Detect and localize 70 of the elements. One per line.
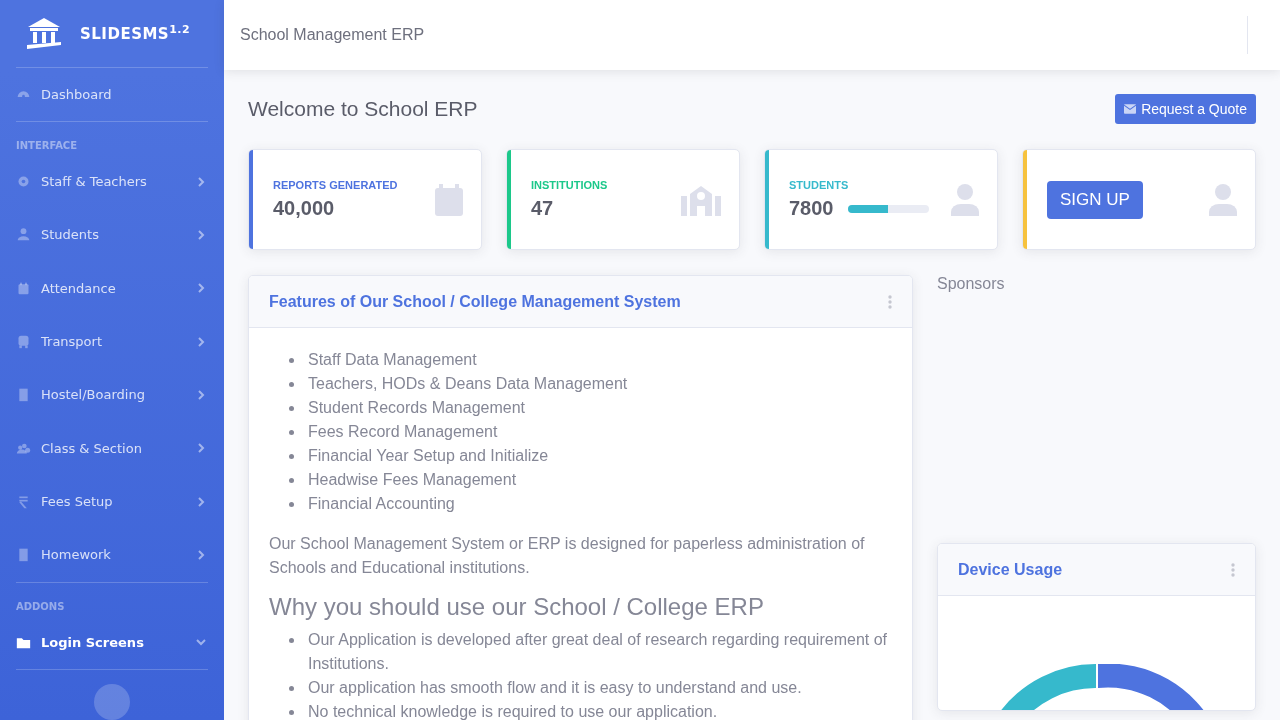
sidebar-heading: INTERFACE — [16, 140, 79, 151]
sign-up-button[interactable]: SIGN UP — [1047, 180, 1143, 219]
stat-value: 40,000 — [273, 197, 335, 220]
bullet-dot — [289, 710, 294, 715]
chevron-right-icon — [196, 389, 206, 400]
chevron-right-icon — [196, 549, 206, 560]
bullet-dot — [289, 638, 294, 643]
feature-item: Headwise Fees Management — [308, 470, 517, 490]
calendar-icon — [16, 280, 31, 296]
user-icon — [16, 227, 31, 243]
request-quote-button[interactable]: Request a Quote — [1115, 94, 1256, 124]
sidebar-item[interactable]: Homework — [16, 528, 208, 582]
stat-label: STUDENTS — [789, 179, 850, 191]
bullet-dot — [289, 382, 294, 387]
feature-item: Financial Year Setup and Initialize — [308, 446, 549, 466]
envelope-icon — [1124, 104, 1137, 114]
feature-item: Teachers, HODs & Deans Data Management — [308, 374, 628, 394]
bullet-dot — [289, 406, 294, 411]
page-heading: Welcome to School ERP — [248, 97, 478, 121]
sidebar-item[interactable]: Transport — [16, 315, 208, 369]
more-options-icon[interactable] — [1231, 562, 1235, 577]
stat-value: 7800 — [789, 197, 834, 220]
chevron-right-icon — [196, 496, 206, 507]
sidebar-item[interactable]: Hostel/Boarding — [16, 368, 208, 422]
stat-label: INSTITUTIONS — [531, 179, 609, 191]
feature-item: Student Records Management — [308, 398, 525, 418]
chevron-right-icon — [196, 336, 206, 347]
user-icon — [1209, 183, 1237, 216]
sponsors-label: Sponsors — [937, 275, 1006, 294]
reason-item: Our Application is developed after great deal of research regarding requirement of Institutions. — [308, 630, 888, 674]
sidebar-item[interactable]: Staff & Teachers — [16, 155, 208, 209]
bullet-dot — [289, 686, 294, 691]
sidebar-item[interactable]: Fees Setup — [16, 474, 208, 529]
reason-item: Our application has smooth flow and it is easy to understand and use. — [308, 678, 802, 698]
chevron-down-icon — [196, 637, 206, 648]
calendar-icon — [435, 183, 463, 216]
bullet-dot — [289, 430, 294, 435]
description-paragraph: Our School Management System or ERP is designed for paperless administration of Schools and Educational institutions. — [269, 534, 866, 578]
more-options-icon[interactable] — [888, 294, 892, 309]
school-building-icon — [681, 183, 721, 216]
user-icon — [951, 183, 979, 216]
stat-value: 47 — [531, 197, 554, 220]
feature-item: Staff Data Management — [308, 350, 477, 370]
sidebar-item[interactable]: Attendance — [16, 261, 208, 315]
rupee-icon — [16, 494, 31, 510]
brand-name: SLIDESMS$^{1.2}$ — [80, 23, 191, 44]
sidebar-heading: ADDONS — [16, 600, 66, 612]
sidebar-item[interactable]: Login Screens — [16, 615, 208, 669]
sidebar-item[interactable]: Students — [16, 208, 208, 262]
bank-icon — [24, 15, 64, 52]
feature-item: Fees Record Management — [308, 422, 498, 442]
sidebar-toggle-button[interactable] — [94, 683, 130, 720]
card-title: Features of Our School / College Management System — [269, 292, 681, 311]
chevron-right-icon — [196, 443, 206, 454]
stat-label: REPORTS GENERATED — [273, 179, 399, 191]
sidebar-item[interactable]: Dashboard — [16, 67, 208, 121]
section-heading: Why you should use our School / College ERP — [269, 592, 765, 622]
sidebar-item[interactable]: Class & Section — [16, 421, 208, 475]
feature-item: Financial Accounting — [308, 494, 455, 514]
bullet-dot — [289, 478, 294, 483]
app-title: School Management ERP — [240, 26, 425, 44]
bus-icon — [16, 334, 31, 350]
chevron-right-icon — [196, 230, 206, 240]
chevron-right-icon — [196, 283, 206, 294]
bullet-dot — [289, 358, 294, 363]
chevron-right-icon — [196, 176, 206, 187]
bullet-dot — [289, 502, 294, 507]
reason-item: No technical knowledge is required to use our application. — [308, 702, 718, 720]
card-title: Device Usage — [958, 560, 1063, 579]
bullet-dot — [289, 454, 294, 459]
